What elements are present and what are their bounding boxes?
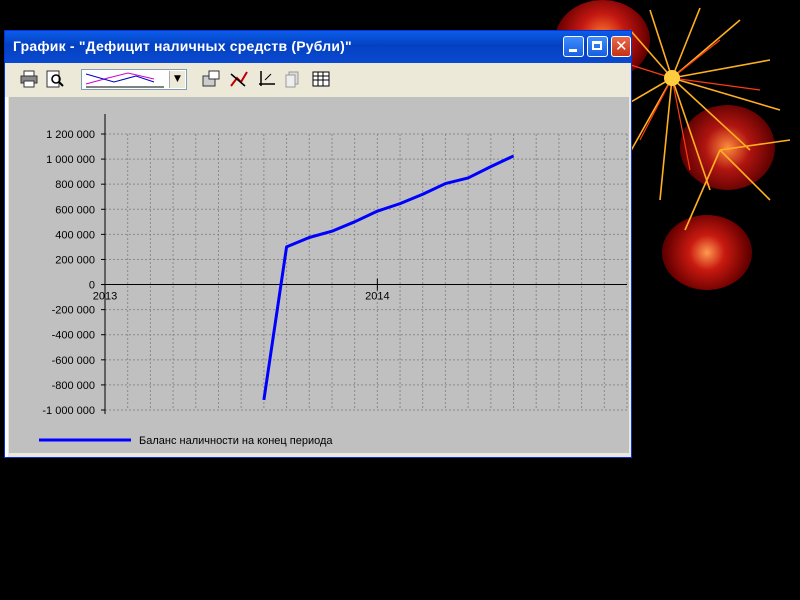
y-tick-label: 800 000 xyxy=(55,179,95,191)
minimize-icon xyxy=(569,49,577,52)
close-button[interactable]: ✕ xyxy=(611,36,631,57)
chevron-down-icon[interactable]: ▼ xyxy=(169,71,185,88)
line-chart-thumbnail xyxy=(85,72,164,88)
axes-icon[interactable] xyxy=(257,70,277,88)
trend-icon[interactable] xyxy=(229,70,249,88)
chart-panel: 1 200 000 1 000 000 800 000 600 000 400 000 2… xyxy=(9,97,629,453)
y-tick-label: -400 000 xyxy=(52,330,95,342)
window-border xyxy=(5,97,8,457)
y-tick-label: -600 000 xyxy=(52,355,95,367)
y-tick-label: -200 000 xyxy=(52,305,95,317)
window-title: График - "Дефицит наличных средств (Рубл… xyxy=(13,38,352,54)
toolbar: ▼ xyxy=(5,63,631,95)
maximize-button[interactable] xyxy=(587,36,608,57)
series-line xyxy=(262,154,515,401)
close-icon: ✕ xyxy=(615,37,628,55)
print-preview-icon[interactable] xyxy=(45,70,65,88)
copy-icon[interactable] xyxy=(283,70,303,88)
maximize-icon xyxy=(592,41,602,50)
y-tick-label: 400 000 xyxy=(55,229,95,241)
x-tick-label: 2014 xyxy=(365,291,389,303)
y-tick-label: -800 000 xyxy=(52,380,95,392)
y-tick-label: 1 000 000 xyxy=(46,154,95,166)
y-tick-label: 1 200 000 xyxy=(46,129,95,141)
y-tick-label: -1 000 000 xyxy=(42,405,95,417)
minimize-button[interactable] xyxy=(563,36,584,57)
chart-type-select[interactable]: ▼ xyxy=(81,69,187,90)
properties-icon[interactable] xyxy=(201,70,221,88)
legend-label: Баланс наличности на конец периода xyxy=(139,435,333,447)
printer-icon[interactable] xyxy=(19,70,39,88)
title-bar[interactable]: График - "Дефицит наличных средств (Рубл… xyxy=(5,31,631,63)
y-tick-label: 600 000 xyxy=(55,204,95,216)
x-tick-label: 2013 xyxy=(93,291,117,303)
y-tick-label: 200 000 xyxy=(55,254,95,266)
table-icon[interactable] xyxy=(311,70,331,88)
chart-window: График - "Дефицит наличных средств (Рубл… xyxy=(4,30,632,458)
line-chart: 1 200 000 1 000 000 800 000 600 000 400 000 2… xyxy=(39,114,628,447)
